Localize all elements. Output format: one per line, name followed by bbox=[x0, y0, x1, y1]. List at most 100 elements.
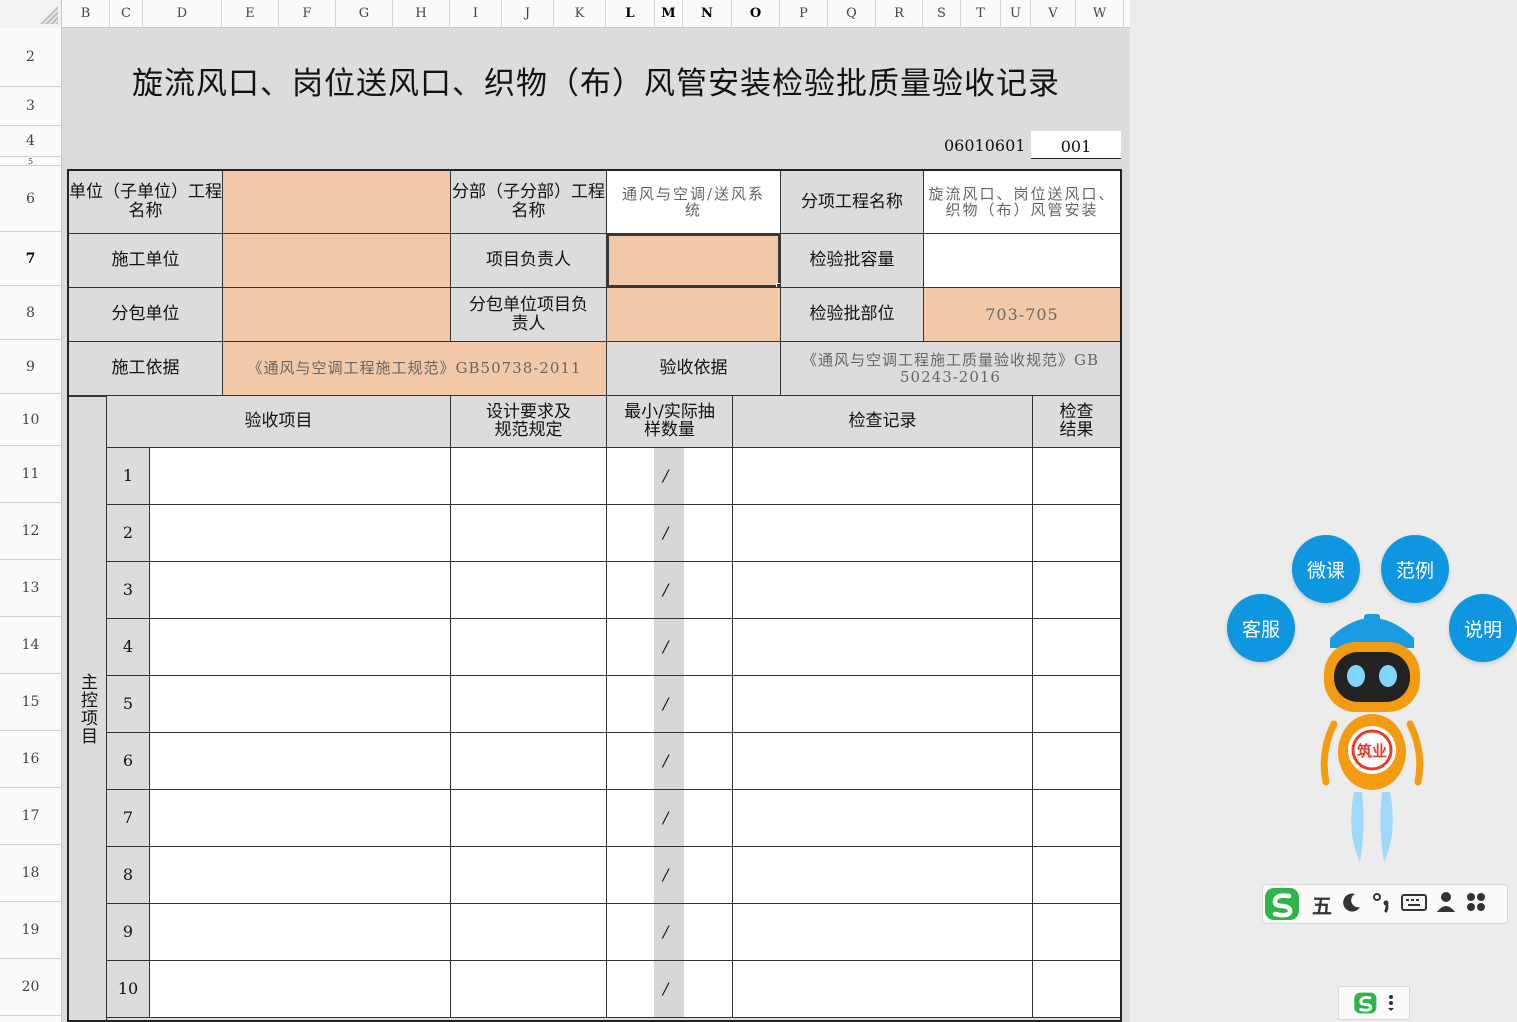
row-header-12[interactable]: 12 bbox=[0, 503, 61, 560]
column-header-f[interactable]: F bbox=[279, 0, 336, 28]
batch-location-cell[interactable]: 703-705 bbox=[923, 287, 1121, 342]
form-seq-cell[interactable]: 001 bbox=[1031, 131, 1121, 159]
design-cell[interactable] bbox=[450, 618, 607, 676]
row-header-16[interactable]: 16 bbox=[0, 731, 61, 788]
row-header-17[interactable]: 17 bbox=[0, 788, 61, 845]
result-cell[interactable] bbox=[1032, 732, 1121, 790]
column-header-j[interactable]: J bbox=[502, 0, 554, 28]
subcontractor-cell[interactable] bbox=[222, 287, 451, 342]
batch-capacity-cell[interactable] bbox=[923, 233, 1121, 288]
column-header-c[interactable]: C bbox=[110, 0, 143, 28]
column-header-r[interactable]: R bbox=[876, 0, 923, 28]
design-cell[interactable] bbox=[450, 903, 607, 961]
design-cell[interactable] bbox=[450, 732, 607, 790]
result-cell[interactable] bbox=[1032, 789, 1121, 847]
design-cell[interactable] bbox=[450, 789, 607, 847]
design-cell[interactable] bbox=[450, 675, 607, 733]
column-header-v[interactable]: V bbox=[1031, 0, 1076, 28]
user-icon[interactable] bbox=[1436, 891, 1456, 918]
item-content-cell[interactable] bbox=[149, 789, 451, 847]
punctuation-icon[interactable] bbox=[1372, 891, 1392, 918]
row-header-13[interactable]: 13 bbox=[0, 560, 61, 617]
sub-lead-cell[interactable] bbox=[606, 287, 781, 342]
row-header-15[interactable]: 15 bbox=[0, 674, 61, 731]
row-header-11[interactable]: 11 bbox=[0, 446, 61, 503]
column-header-e[interactable]: E bbox=[222, 0, 279, 28]
row-header-2[interactable]: 2 bbox=[0, 28, 61, 87]
acceptance-basis-cell[interactable]: 《通风与空调工程施工质量验收规范》GB 50243-2016 bbox=[780, 341, 1121, 396]
robot-assistant-icon[interactable]: 筑业 bbox=[1316, 612, 1428, 862]
column-header-t[interactable]: T bbox=[961, 0, 1001, 28]
help-button[interactable]: 说明 bbox=[1449, 594, 1517, 662]
row-header-10[interactable]: 10 bbox=[0, 394, 61, 446]
result-cell[interactable] bbox=[1032, 960, 1121, 1018]
apps-icon[interactable] bbox=[1465, 891, 1487, 918]
item-content-cell[interactable] bbox=[149, 447, 451, 505]
sogou-logo-icon[interactable] bbox=[1263, 884, 1303, 924]
result-cell[interactable] bbox=[1032, 561, 1121, 619]
result-cell[interactable] bbox=[1032, 675, 1121, 733]
row-header-20[interactable]: 20 bbox=[0, 959, 61, 1016]
row-header-3[interactable]: 3 bbox=[0, 87, 61, 126]
item-content-cell[interactable] bbox=[149, 618, 451, 676]
row-header-9[interactable]: 9 bbox=[0, 340, 61, 394]
design-cell[interactable] bbox=[450, 561, 607, 619]
item-content-cell[interactable] bbox=[149, 504, 451, 562]
column-header-u[interactable]: U bbox=[1001, 0, 1031, 28]
item-content-cell[interactable] bbox=[149, 846, 451, 904]
column-header-m[interactable]: M bbox=[655, 0, 683, 28]
result-cell[interactable] bbox=[1032, 504, 1121, 562]
column-header-k[interactable]: K bbox=[554, 0, 606, 28]
item-content-cell[interactable] bbox=[149, 960, 451, 1018]
column-header-l[interactable]: L bbox=[606, 0, 655, 28]
column-header-n[interactable]: N bbox=[683, 0, 732, 28]
column-header-b[interactable]: B bbox=[62, 0, 110, 28]
column-header-d[interactable]: D bbox=[143, 0, 222, 28]
customer-service-button[interactable]: 客服 bbox=[1227, 594, 1295, 662]
item-content-cell[interactable] bbox=[149, 732, 451, 790]
row-header-19[interactable]: 19 bbox=[0, 902, 61, 959]
input-mode-label[interactable]: 五 bbox=[1312, 890, 1332, 919]
record-cell[interactable] bbox=[732, 846, 1033, 904]
column-header-w[interactable]: W bbox=[1076, 0, 1124, 28]
select-all-corner[interactable] bbox=[0, 0, 62, 28]
construction-basis-cell[interactable]: 《通风与空调工程施工规范》GB50738-2011 bbox=[222, 341, 607, 396]
record-cell[interactable] bbox=[732, 903, 1033, 961]
design-cell[interactable] bbox=[450, 447, 607, 505]
record-cell[interactable] bbox=[732, 960, 1033, 1018]
record-cell[interactable] bbox=[732, 504, 1033, 562]
result-cell[interactable] bbox=[1032, 447, 1121, 505]
row-header-14[interactable]: 14 bbox=[0, 617, 61, 674]
item-content-cell[interactable] bbox=[149, 675, 451, 733]
record-cell[interactable] bbox=[732, 675, 1033, 733]
example-button[interactable]: 范例 bbox=[1381, 535, 1449, 603]
column-header-q[interactable]: Q bbox=[828, 0, 876, 28]
unit-name-cell[interactable] bbox=[222, 170, 451, 234]
record-cell[interactable] bbox=[732, 447, 1033, 505]
row-header-18[interactable]: 18 bbox=[0, 845, 61, 902]
column-header-h[interactable]: H bbox=[393, 0, 450, 28]
row-header-7[interactable]: 7 bbox=[0, 232, 61, 286]
ime-mini-bar[interactable] bbox=[1338, 986, 1410, 1020]
moon-icon[interactable] bbox=[1341, 891, 1363, 918]
record-cell[interactable] bbox=[732, 789, 1033, 847]
design-cell[interactable] bbox=[450, 846, 607, 904]
constructor-cell[interactable] bbox=[222, 233, 451, 288]
record-cell[interactable] bbox=[732, 618, 1033, 676]
column-header-i[interactable]: I bbox=[450, 0, 502, 28]
record-cell[interactable] bbox=[732, 561, 1033, 619]
subitem-name-cell[interactable]: 旋流风口、岗位送风口、织物（布）风管安装 bbox=[923, 170, 1121, 234]
project-lead-cell[interactable] bbox=[606, 233, 781, 288]
column-header-g[interactable]: G bbox=[336, 0, 393, 28]
item-content-cell[interactable] bbox=[149, 561, 451, 619]
record-cell[interactable] bbox=[732, 732, 1033, 790]
micro-course-button[interactable]: 微课 bbox=[1292, 535, 1360, 603]
row-header-4[interactable]: 4 bbox=[0, 126, 61, 157]
result-cell[interactable] bbox=[1032, 903, 1121, 961]
division-name-cell[interactable]: 通风与空调/送风系统 bbox=[606, 170, 781, 234]
design-cell[interactable] bbox=[450, 960, 607, 1018]
column-header-o[interactable]: O bbox=[732, 0, 780, 28]
keyboard-icon[interactable] bbox=[1401, 892, 1427, 917]
item-content-cell[interactable] bbox=[149, 903, 451, 961]
design-cell[interactable] bbox=[450, 504, 607, 562]
